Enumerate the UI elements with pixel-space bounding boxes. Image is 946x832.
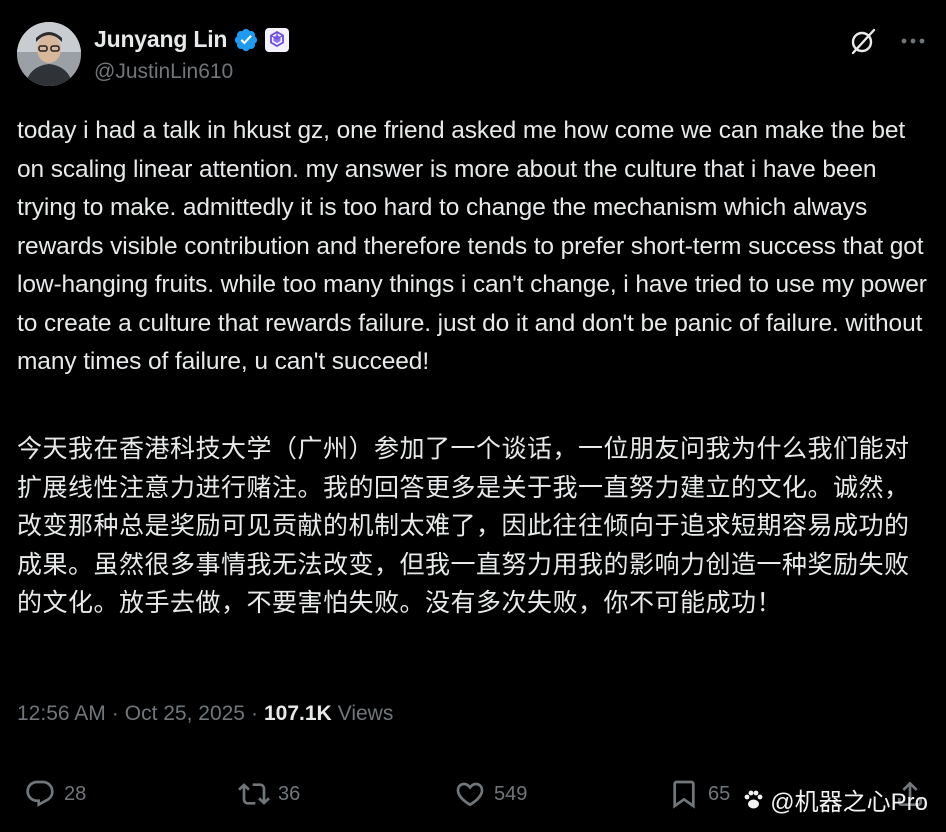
meta-separator: ·: [250, 702, 258, 725]
paw-icon: [742, 789, 764, 811]
repost-button[interactable]: 36: [238, 778, 300, 810]
repost-count: 36: [278, 782, 301, 805]
author-name[interactable]: Junyang Lin: [94, 26, 227, 53]
views-count: 107.1K: [263, 702, 332, 725]
bookmark-button[interactable]: 65: [668, 778, 730, 810]
reply-icon: [24, 778, 56, 810]
tweet-header: Junyang Lin @JustinLin610: [17, 22, 926, 86]
heart-icon: [454, 778, 486, 810]
grok-icon[interactable]: [848, 26, 878, 56]
reply-button[interactable]: 28: [24, 778, 86, 810]
tweet-meta: 12:56 AM · Oct 25, 2025 · 107.1K Views: [17, 702, 393, 726]
tweet-date[interactable]: Oct 25, 2025: [125, 702, 245, 726]
author-handle[interactable]: @JustinLin610: [94, 60, 233, 84]
repost-icon: [238, 778, 270, 810]
like-count: 549: [494, 782, 528, 805]
tweet-text-english: today i had a talk in hkust gz, one frie…: [17, 117, 927, 375]
meta-separator: ·: [111, 702, 119, 725]
tweet-time[interactable]: 12:56 AM: [17, 702, 106, 726]
avatar[interactable]: [17, 22, 81, 86]
bookmark-count: 65: [708, 782, 731, 805]
like-button[interactable]: 549: [454, 778, 527, 810]
tweet-text-chinese: 今天我在香港科技大学（广州）参加了一个谈话，一位朋友问我为什么我们能对扩展线性注…: [17, 435, 910, 617]
more-options-icon[interactable]: [900, 37, 926, 45]
watermark-text: @机器之心Pro: [770, 789, 928, 816]
views-label: Views: [337, 702, 394, 725]
affiliate-logo-icon[interactable]: [265, 27, 290, 52]
watermark: @机器之心Pro: [742, 782, 928, 817]
verified-badge-icon: [233, 27, 259, 53]
bookmark-icon: [668, 778, 700, 810]
reply-count: 28: [64, 782, 87, 805]
